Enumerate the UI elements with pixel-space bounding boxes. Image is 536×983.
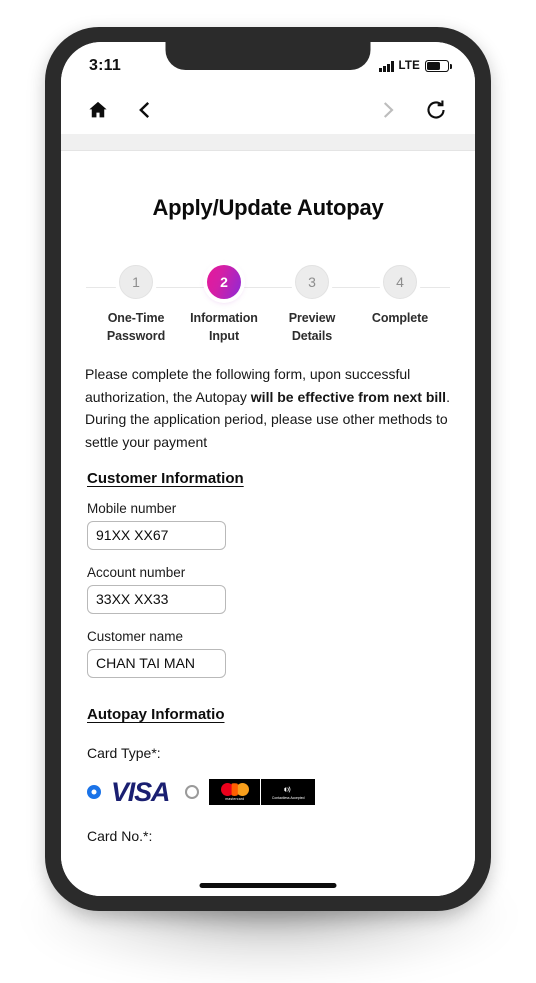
radio-mastercard[interactable]: [185, 785, 200, 800]
stepper-step-4[interactable]: 4 Complete: [361, 265, 439, 346]
mobile-number-input[interactable]: [87, 520, 226, 550]
mastercard-wordmark: mastercard: [225, 797, 245, 802]
field-label: Account number: [87, 564, 186, 580]
network-type-label: LTE: [398, 60, 420, 72]
status-indicators: LTE: [379, 60, 452, 72]
step-number-badge: 1: [119, 265, 153, 299]
battery-icon: [425, 60, 452, 72]
card-number-label: Card No.*:: [87, 827, 153, 844]
home-icon[interactable]: [85, 97, 111, 123]
home-indicator[interactable]: [199, 883, 337, 888]
field-account-number: Account number: [87, 565, 453, 614]
autopay-information-heading: Autopay Informatio: [87, 705, 225, 723]
card-type-label: Card Type*:: [87, 744, 161, 761]
chevron-right-icon: [375, 97, 401, 123]
step-label: Information Input: [190, 311, 258, 343]
phone-notch: [165, 42, 371, 70]
browser-toolbar: [61, 86, 475, 134]
status-time: 3:11: [89, 57, 121, 74]
field-label: Customer name: [87, 628, 184, 644]
visa-logo: VISA: [111, 776, 170, 807]
stepper-step-2[interactable]: 2 Information Input: [185, 265, 263, 346]
step-label: Preview Details: [288, 311, 336, 343]
step-number-badge: 2: [207, 265, 241, 299]
contactless-badge: Contactless Accepted: [261, 779, 315, 805]
step-label: One-Time Password: [106, 311, 166, 343]
page-title: Apply/Update Autopay: [152, 195, 384, 220]
phone-screen: 3:11 LTE Apply/Update Autopay 1 One-Time…: [61, 42, 475, 896]
step-number-badge: 3: [295, 265, 329, 299]
intro-text-bold: will be effective from next bill: [250, 388, 447, 405]
customer-information-form: Mobile number Account number Customer na…: [83, 501, 453, 678]
stepper-step-3[interactable]: 3 Preview Details: [273, 265, 351, 346]
field-label: Mobile number: [87, 500, 177, 516]
field-mobile-number: Mobile number: [87, 501, 453, 550]
phone-frame: 3:11 LTE Apply/Update Autopay 1 One-Time…: [45, 27, 491, 911]
field-customer-name: Customer name: [87, 629, 453, 678]
card-type-options: VISA mastercard Contactless Accepted: [83, 776, 453, 807]
account-number-input[interactable]: [87, 584, 226, 614]
contactless-label: Contactless Accepted: [271, 795, 305, 800]
mastercard-circles-icon: [220, 783, 249, 797]
step-number-badge: 4: [383, 265, 417, 299]
intro-paragraph: Please complete the following form, upon…: [83, 363, 453, 454]
progress-stepper: 1 One-Time Password 2 Information Input …: [83, 265, 453, 349]
customer-name-input[interactable]: [87, 648, 226, 678]
contactless-icon: [284, 786, 291, 793]
browser-url-strip: [61, 134, 475, 151]
chevron-left-icon[interactable]: [131, 97, 157, 123]
step-label: Complete: [371, 311, 429, 325]
screenshot-stage: 3:11 LTE Apply/Update Autopay 1 One-Time…: [0, 0, 536, 983]
customer-information-heading: Customer Information: [87, 469, 244, 487]
signal-bars-icon: [379, 60, 394, 72]
radio-visa[interactable]: [87, 785, 101, 800]
mastercard-logo: mastercard Contactless Accepted: [209, 779, 316, 806]
page-content: Apply/Update Autopay 1 One-Time Password…: [61, 151, 475, 896]
stepper-step-1[interactable]: 1 One-Time Password: [97, 265, 175, 346]
reload-icon[interactable]: [423, 97, 449, 123]
